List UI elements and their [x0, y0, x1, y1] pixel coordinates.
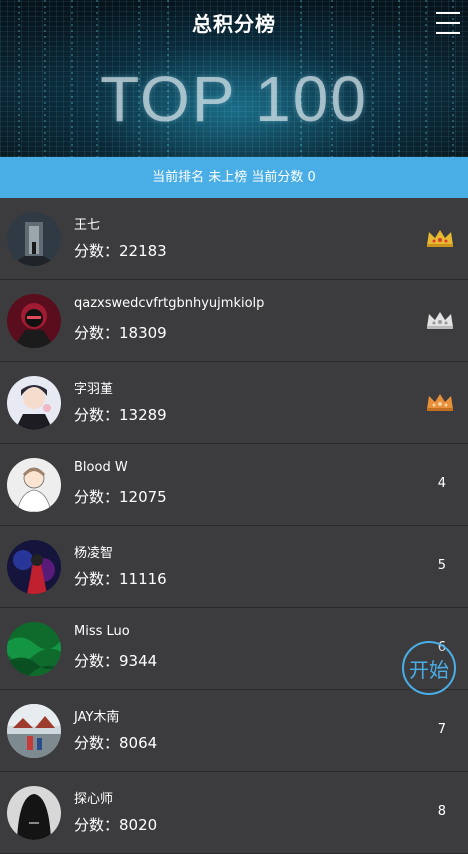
- hamburger-menu-icon[interactable]: [436, 12, 460, 36]
- player-name: JAY木南: [74, 710, 120, 725]
- player-score: 分数：12075: [74, 488, 167, 506]
- player-name: Miss Luo: [74, 624, 130, 639]
- avatar: [7, 786, 61, 840]
- avatar: [7, 458, 61, 512]
- avatar: [7, 294, 61, 348]
- player-name: Blood W: [74, 460, 128, 475]
- rank-number: 8: [437, 804, 446, 819]
- player-name: 字羽堇: [74, 382, 114, 397]
- top-100-banner: TOP 100: [100, 63, 368, 135]
- avatar: [7, 540, 61, 594]
- player-name: 探心师: [74, 792, 114, 807]
- list-item[interactable]: Miss Luo 分数：9344 6: [0, 608, 468, 690]
- player-name: 杨凌智: [74, 546, 114, 561]
- avatar: [7, 212, 61, 266]
- avatar: [7, 622, 61, 676]
- list-item[interactable]: 探心师 分数：8020 8: [0, 772, 468, 854]
- player-score: 分数：8064: [74, 734, 158, 752]
- player-score: 分数：18309: [74, 324, 167, 342]
- player-name: qazxswedcvfrtgbnhyujmkiolp: [74, 296, 265, 311]
- list-item[interactable]: 王七 分数：22183: [0, 198, 468, 280]
- list-item[interactable]: 杨凌智 分数：11116 5: [0, 526, 468, 608]
- current-rank-bar: 当前排名 未上榜 当前分数 0: [0, 157, 468, 198]
- avatar: [7, 376, 61, 430]
- player-score: 分数：11116: [74, 570, 167, 588]
- rank-number: 4: [437, 476, 446, 491]
- list-item[interactable]: JAY木南 分数：8064 7: [0, 690, 468, 772]
- header-banner: 总积分榜 TOP 100: [0, 0, 468, 157]
- rank-number: 5: [437, 558, 446, 573]
- player-score: 分数：8020: [74, 816, 158, 834]
- avatar: [7, 704, 61, 758]
- player-score: 分数：13289: [74, 406, 167, 424]
- silver-crown-icon: [427, 312, 453, 329]
- rank-number: 7: [437, 722, 446, 737]
- page-title: 总积分榜: [192, 12, 276, 36]
- player-name: 王七: [74, 218, 101, 233]
- list-item[interactable]: 字羽堇 分数：13289: [0, 362, 468, 444]
- player-score: 分数：9344: [74, 652, 158, 670]
- gold-crown-icon: [427, 230, 453, 247]
- player-score: 分数：22183: [74, 242, 167, 260]
- list-item[interactable]: Blood W 分数：12075 4: [0, 444, 468, 526]
- start-button[interactable]: 开始: [402, 641, 456, 695]
- bronze-crown-icon: [427, 394, 453, 411]
- list-item[interactable]: qazxswedcvfrtgbnhyujmkiolp 分数：18309: [0, 280, 468, 362]
- leaderboard-list: 王七 分数：22183 qazxswedcvfrtgbnhyujmkiolp 分…: [0, 198, 468, 854]
